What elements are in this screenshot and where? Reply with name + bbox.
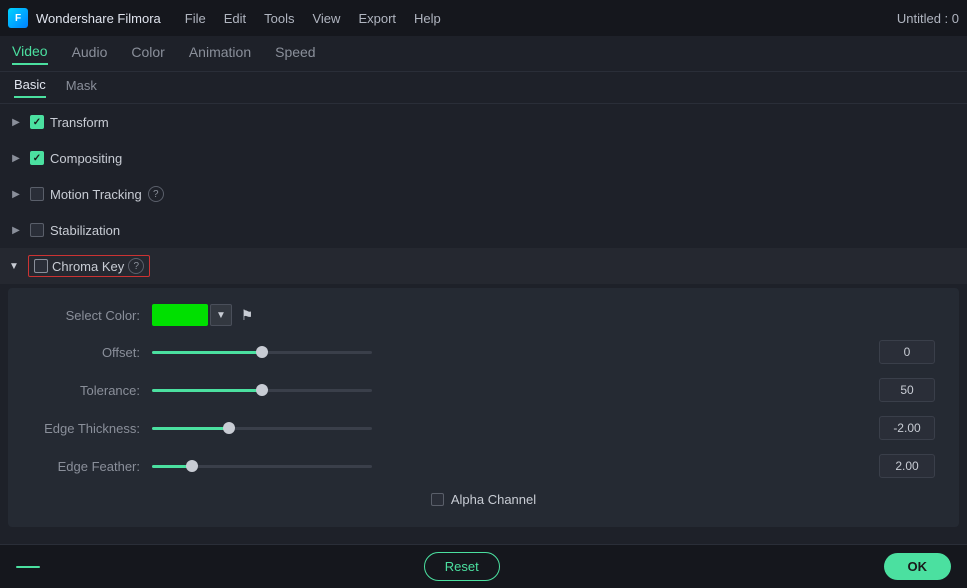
help-icon-motion[interactable]: ? (148, 186, 164, 202)
color-picker-button[interactable] (152, 304, 208, 326)
tolerance-slider-container (152, 389, 867, 392)
titlebar: F Wondershare Filmora File Edit Tools Vi… (0, 0, 967, 36)
offset-slider-thumb[interactable] (256, 346, 268, 358)
edge-thickness-row: Edge Thickness: -2.00 (32, 416, 935, 440)
menu-help[interactable]: Help (414, 11, 441, 26)
expand-arrow-stab: ▶ (8, 222, 24, 238)
titlebar-left: F Wondershare Filmora File Edit Tools Vi… (8, 8, 441, 28)
ok-button[interactable]: OK (884, 553, 952, 580)
tab-speed[interactable]: Speed (275, 44, 315, 64)
edge-thickness-slider[interactable] (152, 427, 372, 430)
select-color-label: Select Color: (32, 308, 152, 323)
color-dropdown-button[interactable]: ▼ (210, 304, 232, 326)
checkbox-motion-tracking[interactable] (30, 187, 44, 201)
sub-tab-basic[interactable]: Basic (14, 77, 46, 98)
offset-value[interactable]: 0 (879, 340, 935, 364)
label-compositing: Compositing (50, 151, 122, 166)
menu-export[interactable]: Export (358, 11, 396, 26)
expand-arrow-chroma: ▼ (6, 258, 22, 274)
menu-file[interactable]: File (185, 11, 206, 26)
bottom-left-indicator (16, 566, 40, 568)
edge-feather-slider[interactable] (152, 465, 372, 468)
reset-button[interactable]: Reset (424, 552, 500, 581)
checkbox-transform[interactable] (30, 115, 44, 129)
edge-thickness-slider-thumb[interactable] (223, 422, 235, 434)
help-icon-chroma[interactable]: ? (128, 258, 144, 274)
section-stabilization[interactable]: ▶ Stabilization (0, 212, 967, 248)
tolerance-slider-fill (152, 389, 262, 392)
sub-tab-bar: Basic Mask (0, 72, 967, 104)
chroma-key-highlight-border: Chroma Key ? (28, 255, 150, 277)
bottom-bar: Reset OK (0, 544, 967, 588)
checkbox-compositing[interactable] (30, 151, 44, 165)
expand-arrow-transform: ▶ (8, 114, 24, 130)
chroma-key-content: Select Color: ▼ ⚑ Offset: 0 Tolerance: (8, 288, 959, 527)
label-stabilization: Stabilization (50, 223, 120, 238)
edge-feather-slider-thumb[interactable] (186, 460, 198, 472)
tolerance-slider-thumb[interactable] (256, 384, 268, 396)
expand-arrow-motion: ▶ (8, 186, 24, 202)
sub-tab-mask[interactable]: Mask (66, 78, 97, 97)
edge-feather-slider-container (152, 465, 867, 468)
tolerance-value[interactable]: 50 (879, 378, 935, 402)
menu-tools[interactable]: Tools (264, 11, 294, 26)
select-color-row: Select Color: ▼ ⚑ (32, 304, 935, 326)
edge-feather-row: Edge Feather: 2.00 (32, 454, 935, 478)
titlebar-menu: File Edit Tools View Export Help (185, 11, 441, 26)
label-transform: Transform (50, 115, 109, 130)
tolerance-slider[interactable] (152, 389, 372, 392)
label-chroma-key: Chroma Key (52, 259, 124, 274)
tab-bar: Video Audio Color Animation Speed (0, 36, 967, 72)
section-compositing[interactable]: ▶ Compositing (0, 140, 967, 176)
edge-feather-label: Edge Feather: (32, 459, 152, 474)
menu-view[interactable]: View (312, 11, 340, 26)
edge-thickness-label: Edge Thickness: (32, 421, 152, 436)
tab-audio[interactable]: Audio (72, 44, 108, 64)
panel: ▶ Transform ▶ Compositing ▶ Motion Track… (0, 104, 967, 588)
app-name: Wondershare Filmora (36, 11, 161, 26)
edge-thickness-slider-fill (152, 427, 229, 430)
offset-slider-fill (152, 351, 262, 354)
edge-feather-value[interactable]: 2.00 (879, 454, 935, 478)
main-content: Video Audio Color Animation Speed Basic … (0, 36, 967, 588)
section-chroma-key[interactable]: ▼ Chroma Key ? (0, 248, 967, 284)
alpha-channel-label: Alpha Channel (451, 492, 536, 507)
tab-color[interactable]: Color (131, 44, 164, 64)
offset-row: Offset: 0 (32, 340, 935, 364)
label-motion-tracking: Motion Tracking (50, 187, 142, 202)
menu-edit[interactable]: Edit (224, 11, 246, 26)
eyedropper-button[interactable]: ⚑ (236, 304, 258, 326)
expand-arrow-compositing: ▶ (8, 150, 24, 166)
edge-thickness-value[interactable]: -2.00 (879, 416, 935, 440)
tab-video[interactable]: Video (12, 43, 48, 65)
section-transform[interactable]: ▶ Transform (0, 104, 967, 140)
tolerance-label: Tolerance: (32, 383, 152, 398)
offset-label: Offset: (32, 345, 152, 360)
edge-thickness-slider-container (152, 427, 867, 430)
checkbox-stabilization[interactable] (30, 223, 44, 237)
checkbox-chroma-key[interactable] (34, 259, 48, 273)
section-motion-tracking[interactable]: ▶ Motion Tracking ? (0, 176, 967, 212)
offset-slider-container (152, 351, 867, 354)
tolerance-row: Tolerance: 50 (32, 378, 935, 402)
app-logo: F (8, 8, 28, 28)
offset-slider[interactable] (152, 351, 372, 354)
tab-animation[interactable]: Animation (189, 44, 251, 64)
alpha-channel-row: Alpha Channel (32, 492, 935, 507)
titlebar-title: Untitled : 0 (897, 11, 959, 26)
checkbox-alpha-channel[interactable] (431, 493, 444, 506)
